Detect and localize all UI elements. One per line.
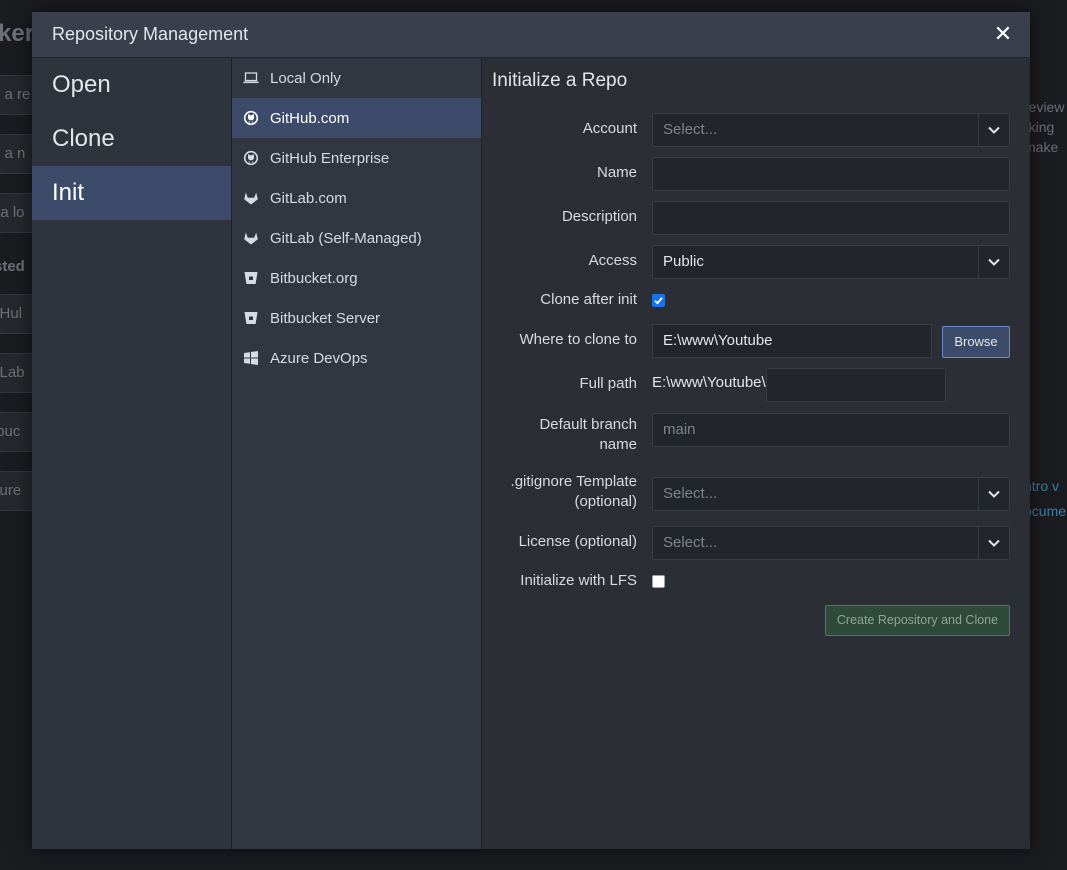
access-select[interactable]: Public [652,245,1010,279]
provider-label: Bitbucket Server [270,309,381,327]
dialog-title: Repository Management [52,24,249,44]
provider-label: Bitbucket.org [270,269,358,287]
default-branch-label-line1: Default branch [539,416,637,433]
windows-icon [242,349,260,367]
gitignore-label: .gitignore Template (optional) [511,472,637,512]
full-path-label: Full path [579,375,637,392]
background-text: make [1030,139,1059,155]
license-select[interactable]: Select... [652,526,1010,560]
default-branch-label: Default branch name [539,415,637,455]
background-provider-1: itHul [0,294,35,334]
repository-management-dialog: Repository Management ✕ Open Clone Init … [32,12,1030,849]
mode-nav: Open Clone Init [32,58,232,849]
background-action-2: e a n [0,134,35,174]
init-repo-form: Initialize a Repo Account Select... Name… [482,58,1030,849]
chevron-down-icon [978,114,1009,146]
full-path-input[interactable] [766,368,946,402]
provider-item-azure-devops[interactable]: Azure DevOps [232,338,481,378]
account-label: Account [582,120,637,137]
checkmark-icon [654,297,663,305]
provider-item-local-only[interactable]: Local Only [232,58,481,98]
background-link: ocume [1030,503,1067,519]
clone-after-init-label: Clone after init [540,291,637,308]
background-provider-2: itLab [0,353,35,393]
default-branch-label-line2: name [599,436,637,453]
background-link: ntro v [1030,478,1060,494]
create-repository-button[interactable]: Create Repository and Clone [825,605,1010,636]
license-label: License (optional) [518,533,637,550]
gitlab-icon [242,229,260,247]
provider-list: Local Only GitHub.com GitHub Enterprise … [232,58,482,849]
provider-item-gitlab-com[interactable]: GitLab.com [232,178,481,218]
default-branch-input[interactable]: main [652,413,1010,447]
provider-item-bitbucket-org[interactable]: Bitbucket.org [232,258,481,298]
where-to-clone-label: Where to clone to [519,331,637,348]
background-title: ker [0,20,35,47]
provider-item-github-enterprise[interactable]: GitHub Enterprise [232,138,481,178]
provider-label: GitLab.com [270,189,347,207]
provider-item-bitbucket-server[interactable]: Bitbucket Server [232,298,481,338]
gitignore-label-line2: (optional) [574,493,637,510]
provider-label: GitHub Enterprise [270,149,390,167]
chevron-down-icon [978,478,1009,510]
close-icon[interactable]: ✕ [990,21,1016,47]
nav-item-open[interactable]: Open [32,58,231,112]
nav-item-clone[interactable]: Clone [32,112,231,166]
lfs-checkbox[interactable] [652,575,665,588]
provider-label: GitHub.com [270,109,350,127]
provider-label: Local Only [270,69,341,87]
background-provider-3: tbuc [0,412,35,452]
background-text: rking [1030,119,1055,135]
clone-path-input[interactable]: E:\www\Youtube [652,324,932,358]
browse-button[interactable]: Browse [942,326,1010,358]
account-select[interactable]: Select... [652,113,1010,147]
full-path-prefix: E:\www\Youtube\ [652,374,766,391]
chevron-down-icon [978,527,1009,559]
access-label: Access [588,252,637,269]
lfs-label: Initialize with LFS [520,572,637,589]
description-input[interactable] [652,201,1010,235]
gitignore-label-line1: .gitignore Template [510,473,637,490]
background-app-right: review rking make ntro v ocume [1030,0,1067,870]
github-icon [242,149,260,167]
name-input[interactable] [652,157,1010,191]
background-provider-4: zure [0,471,35,511]
laptop-icon [242,69,260,87]
background-action-1: n a re [0,75,35,115]
background-section-title: sted [0,258,25,275]
name-label: Name [596,164,637,181]
background-action-3: t a lo [0,193,35,233]
nav-item-init[interactable]: Init [32,166,231,220]
gitignore-select-value: Select... [663,485,718,502]
provider-item-github-com[interactable]: GitHub.com [232,98,481,138]
provider-label: GitLab (Self-Managed) [270,229,422,247]
license-select-value: Select... [663,534,718,551]
access-select-value: Public [663,253,704,270]
description-label: Description [561,208,637,225]
bitbucket-icon [242,309,260,327]
provider-item-gitlab-self-managed[interactable]: GitLab (Self-Managed) [232,218,481,258]
account-select-value: Select... [663,121,718,138]
background-text: review [1030,99,1065,115]
bitbucket-icon [242,269,260,287]
provider-label: Azure DevOps [270,349,368,367]
form-heading: Initialize a Repo [492,70,628,91]
gitlab-icon [242,189,260,207]
chevron-down-icon [978,246,1009,278]
gitignore-select[interactable]: Select... [652,477,1010,511]
github-icon [242,109,260,127]
dialog-header: Repository Management ✕ [32,12,1030,58]
clone-after-init-checkbox[interactable] [652,294,665,307]
